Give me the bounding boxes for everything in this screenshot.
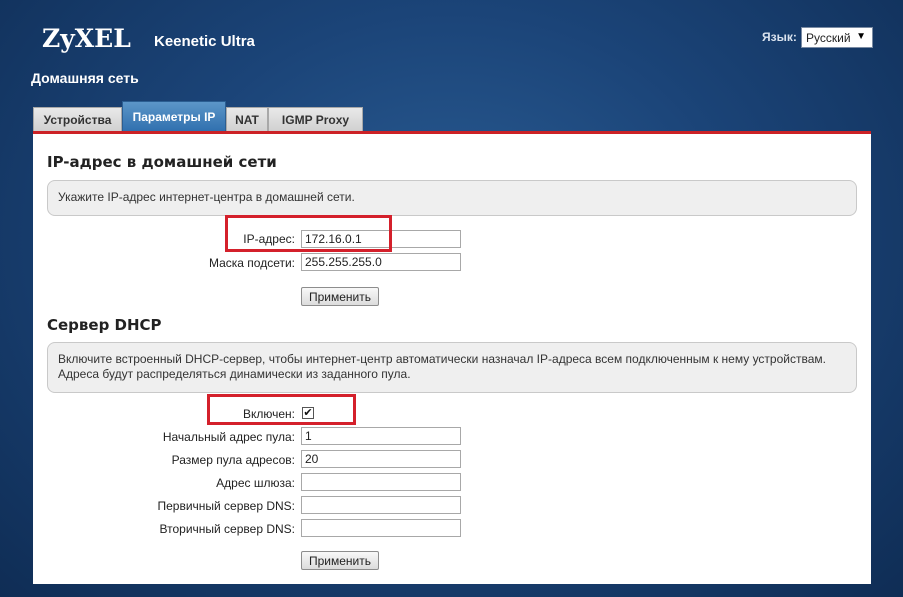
ip-address-label: IP-адрес: [243,232,295,246]
pool-size-input[interactable] [301,450,461,468]
zyxel-logo: ZyXEL [42,24,131,53]
dhcp-enabled-label: Включен: [242,407,295,421]
dhcp-section-note: Включите встроенный DHCP-сервер, чтобы и… [47,342,857,393]
dns2-input[interactable] [301,519,461,537]
model-name: Keenetic Ultra [154,33,255,50]
page-title: Домашняя сеть [31,70,139,86]
chevron-down-icon: ▼ [856,31,866,42]
ip-address-input[interactable] [301,230,461,248]
dhcp-apply-button[interactable]: Применить [301,551,379,570]
tab-ip-settings[interactable]: Параметры IP [122,101,226,132]
language-label: Язык: [762,30,797,44]
pool-start-input[interactable] [301,427,461,445]
ip-section-title: IP-адрес в домашней сети [47,153,277,171]
tab-igmp-proxy[interactable]: IGMP Proxy [268,107,363,132]
content-panel: IP-адрес в домашней сети Укажите IP-адре… [33,131,871,584]
language-value: Русский [806,31,851,45]
dns1-input[interactable] [301,496,461,514]
dns2-label: Вторичный сервер DNS: [159,522,296,536]
pool-start-label: Начальный адрес пула: [162,430,295,444]
tab-devices[interactable]: Устройства [33,107,122,132]
ip-apply-button[interactable]: Применить [301,287,379,306]
gateway-label: Адрес шлюза: [216,476,295,490]
tab-nat[interactable]: NAT [226,107,268,132]
dhcp-enabled-checkbox[interactable]: ✔ [302,407,314,419]
gateway-input[interactable] [301,473,461,491]
subnet-mask-label: Маска подсети: [208,256,295,270]
ip-section-note: Укажите IP-адрес интернет-центра в домаш… [47,180,857,216]
dhcp-section-title: Сервер DHCP [47,316,162,334]
subnet-mask-input[interactable] [301,253,461,271]
language-select[interactable]: Русский ▼ [801,27,873,48]
pool-size-label: Размер пула адресов: [171,453,295,467]
dns1-label: Первичный сервер DNS: [157,499,295,513]
